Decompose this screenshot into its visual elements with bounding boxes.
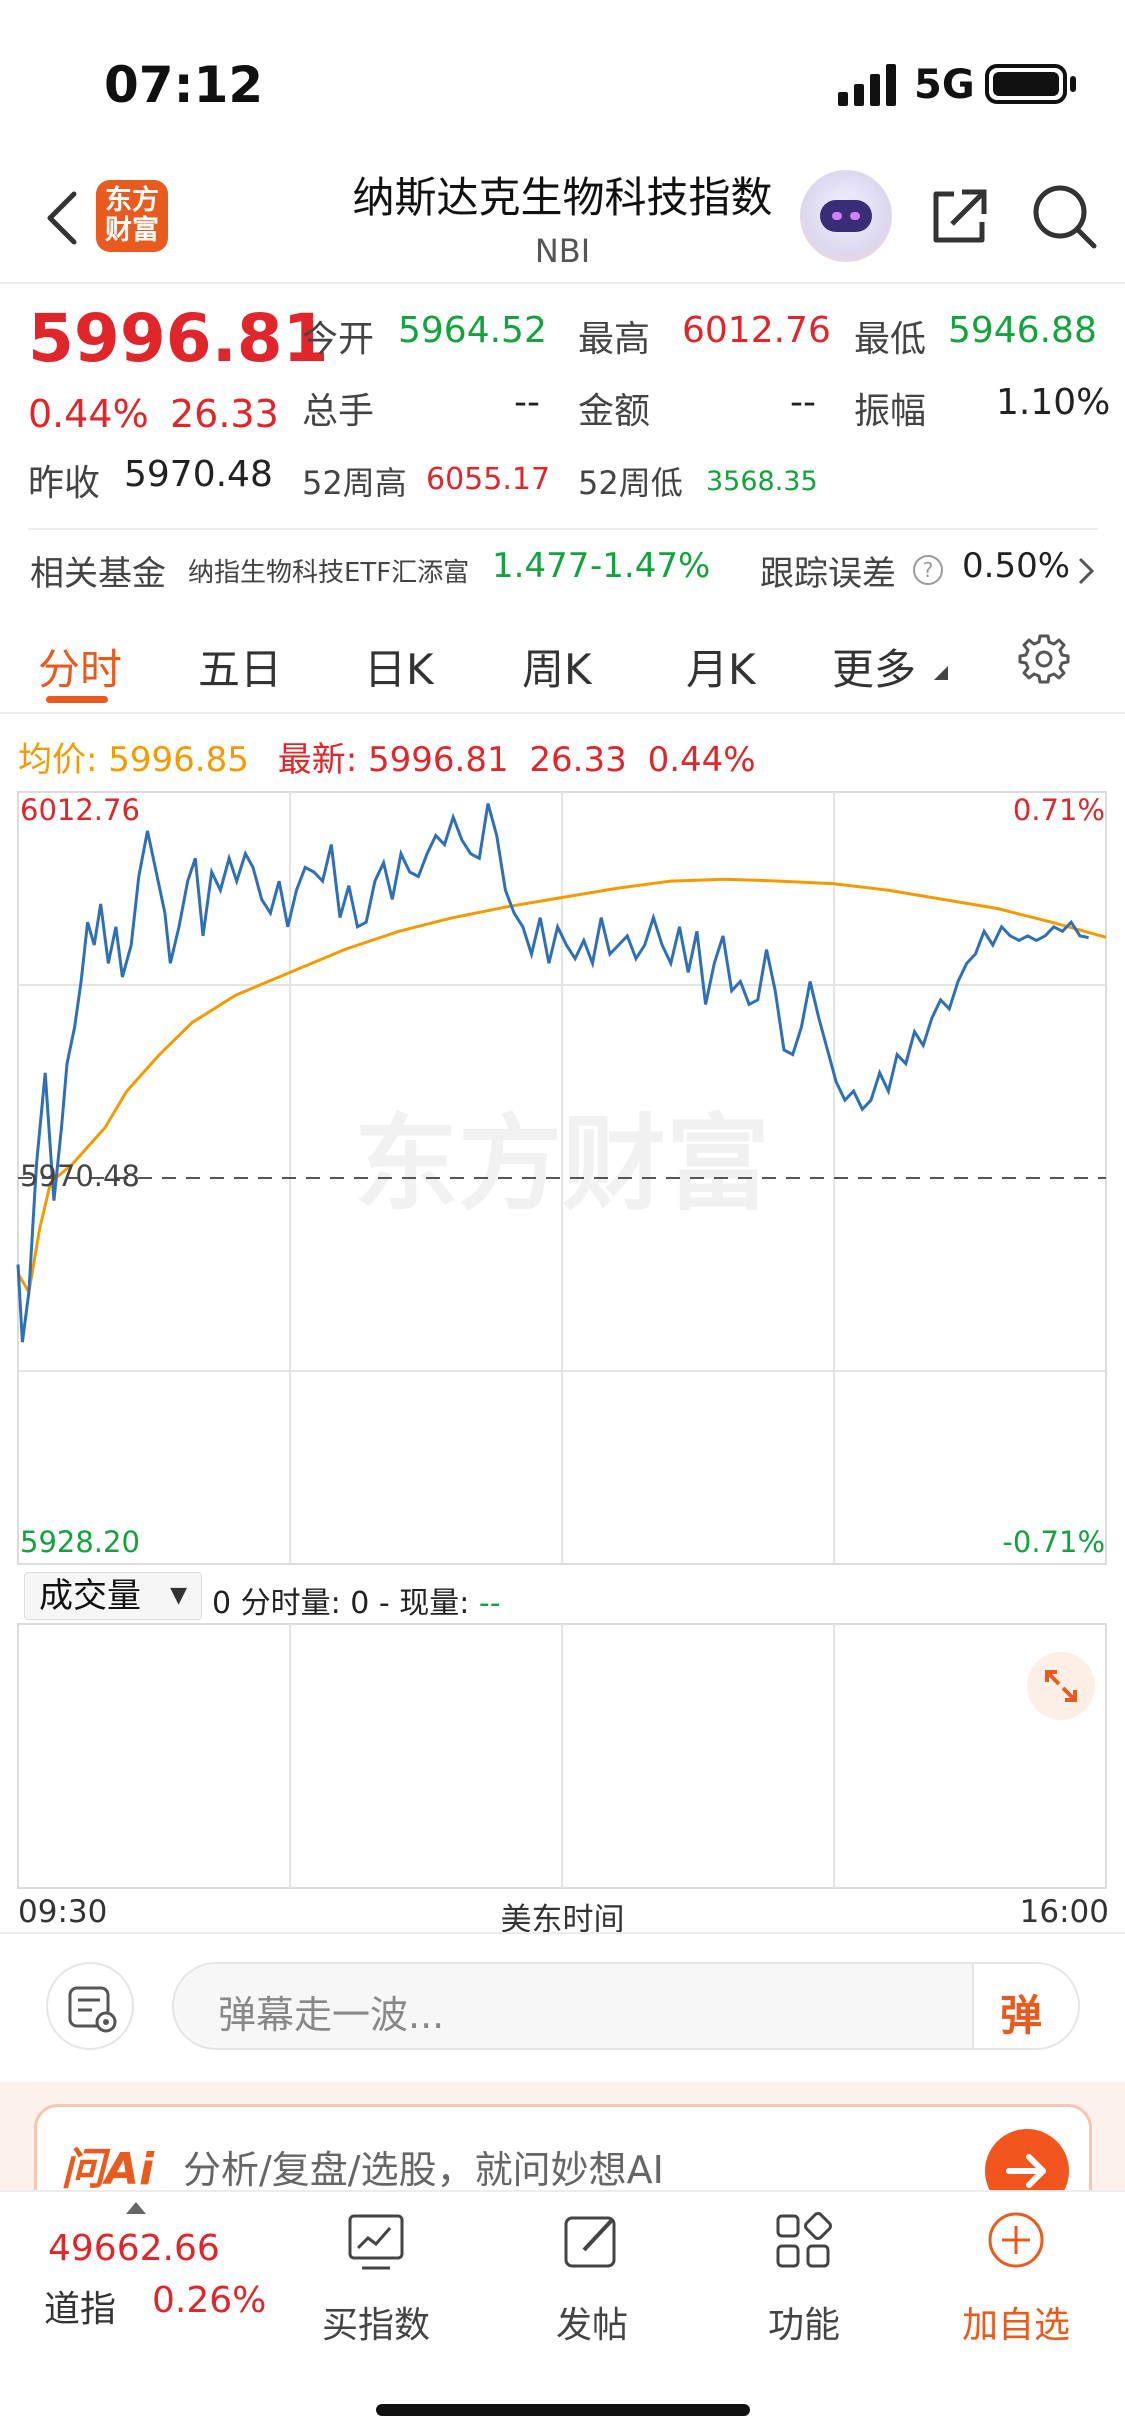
volume-indicator-select[interactable]: 成交量 ▼ bbox=[24, 1572, 202, 1620]
divider bbox=[0, 1932, 1125, 1934]
pct-bottom-label: -0.71% bbox=[1002, 1525, 1105, 1559]
volume-chart-grid bbox=[17, 1623, 1107, 1889]
dow-index-value[interactable]: 49662.66 bbox=[48, 2228, 220, 2269]
pct-top-label: 0.71% bbox=[1013, 793, 1105, 827]
nav-add-watchlist[interactable]: 加自选 bbox=[936, 2210, 1096, 2348]
danmaku-send-button[interactable]: 弹 bbox=[972, 1964, 1078, 2048]
chart-watermark: 东方财富 bbox=[354, 1103, 770, 1225]
x-end-label: 16:00 bbox=[1019, 1894, 1109, 1930]
ai-logo: 问Ai bbox=[61, 2144, 155, 2195]
dow-index-name[interactable]: 道指 bbox=[44, 2280, 116, 2332]
volume-info: 0 分时量: 0 - 现量: -- bbox=[212, 1586, 501, 1621]
grid-apps-icon bbox=[776, 2212, 832, 2268]
nav-functions[interactable]: 功能 bbox=[724, 2210, 884, 2348]
price-line bbox=[16, 803, 1089, 1343]
y-bottom-label: 5928.20 bbox=[20, 1525, 140, 1559]
ai-prompt-text: 分析/复盘/选股，就问妙想AI bbox=[183, 2148, 664, 2192]
nav-buy-index[interactable]: 买指数 bbox=[296, 2210, 456, 2348]
expand-chart-button[interactable] bbox=[1027, 1652, 1095, 1720]
dow-index-pct: 0.26% bbox=[152, 2280, 267, 2321]
danmaku-settings-icon bbox=[68, 1986, 117, 2033]
home-indicator bbox=[376, 2404, 750, 2416]
expand-icon bbox=[1045, 1670, 1077, 1702]
index-up-indicator bbox=[126, 2202, 146, 2214]
trend-chart-icon bbox=[348, 2214, 404, 2270]
y-top-label: 6012.76 bbox=[20, 793, 140, 827]
add-circle-icon bbox=[988, 2212, 1044, 2268]
y-mid-label: 5970.48 bbox=[20, 1159, 140, 1193]
edit-post-icon bbox=[564, 2216, 616, 2268]
danmaku-placeholder: 弹幕走一波... bbox=[218, 1993, 445, 2037]
nav-post[interactable]: 发帖 bbox=[512, 2210, 672, 2348]
danmaku-input[interactable]: 弹幕走一波... 弹 bbox=[172, 1962, 1080, 2050]
danmaku-settings-button[interactable] bbox=[46, 1962, 134, 2050]
